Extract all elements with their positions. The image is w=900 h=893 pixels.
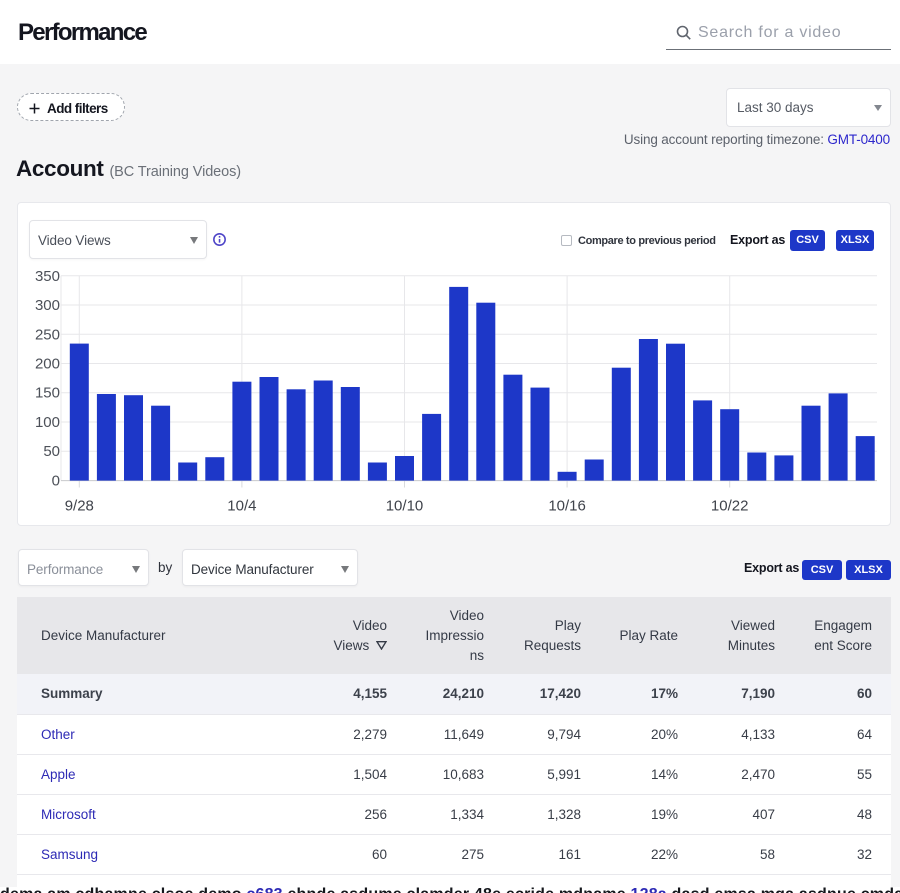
svg-text:9/28: 9/28 xyxy=(65,498,94,515)
svg-text:50: 50 xyxy=(43,443,60,460)
svg-text:10/22: 10/22 xyxy=(711,498,749,515)
svg-text:100: 100 xyxy=(35,414,60,431)
svg-text:10/10: 10/10 xyxy=(386,498,424,515)
svg-text:10/4: 10/4 xyxy=(227,498,256,515)
svg-text:300: 300 xyxy=(35,297,60,314)
svg-text:250: 250 xyxy=(35,326,60,343)
svg-text:350: 350 xyxy=(35,268,60,285)
svg-text:150: 150 xyxy=(35,385,60,402)
svg-text:10/16: 10/16 xyxy=(548,498,586,515)
svg-text:0: 0 xyxy=(52,473,60,490)
svg-text:200: 200 xyxy=(35,356,60,373)
